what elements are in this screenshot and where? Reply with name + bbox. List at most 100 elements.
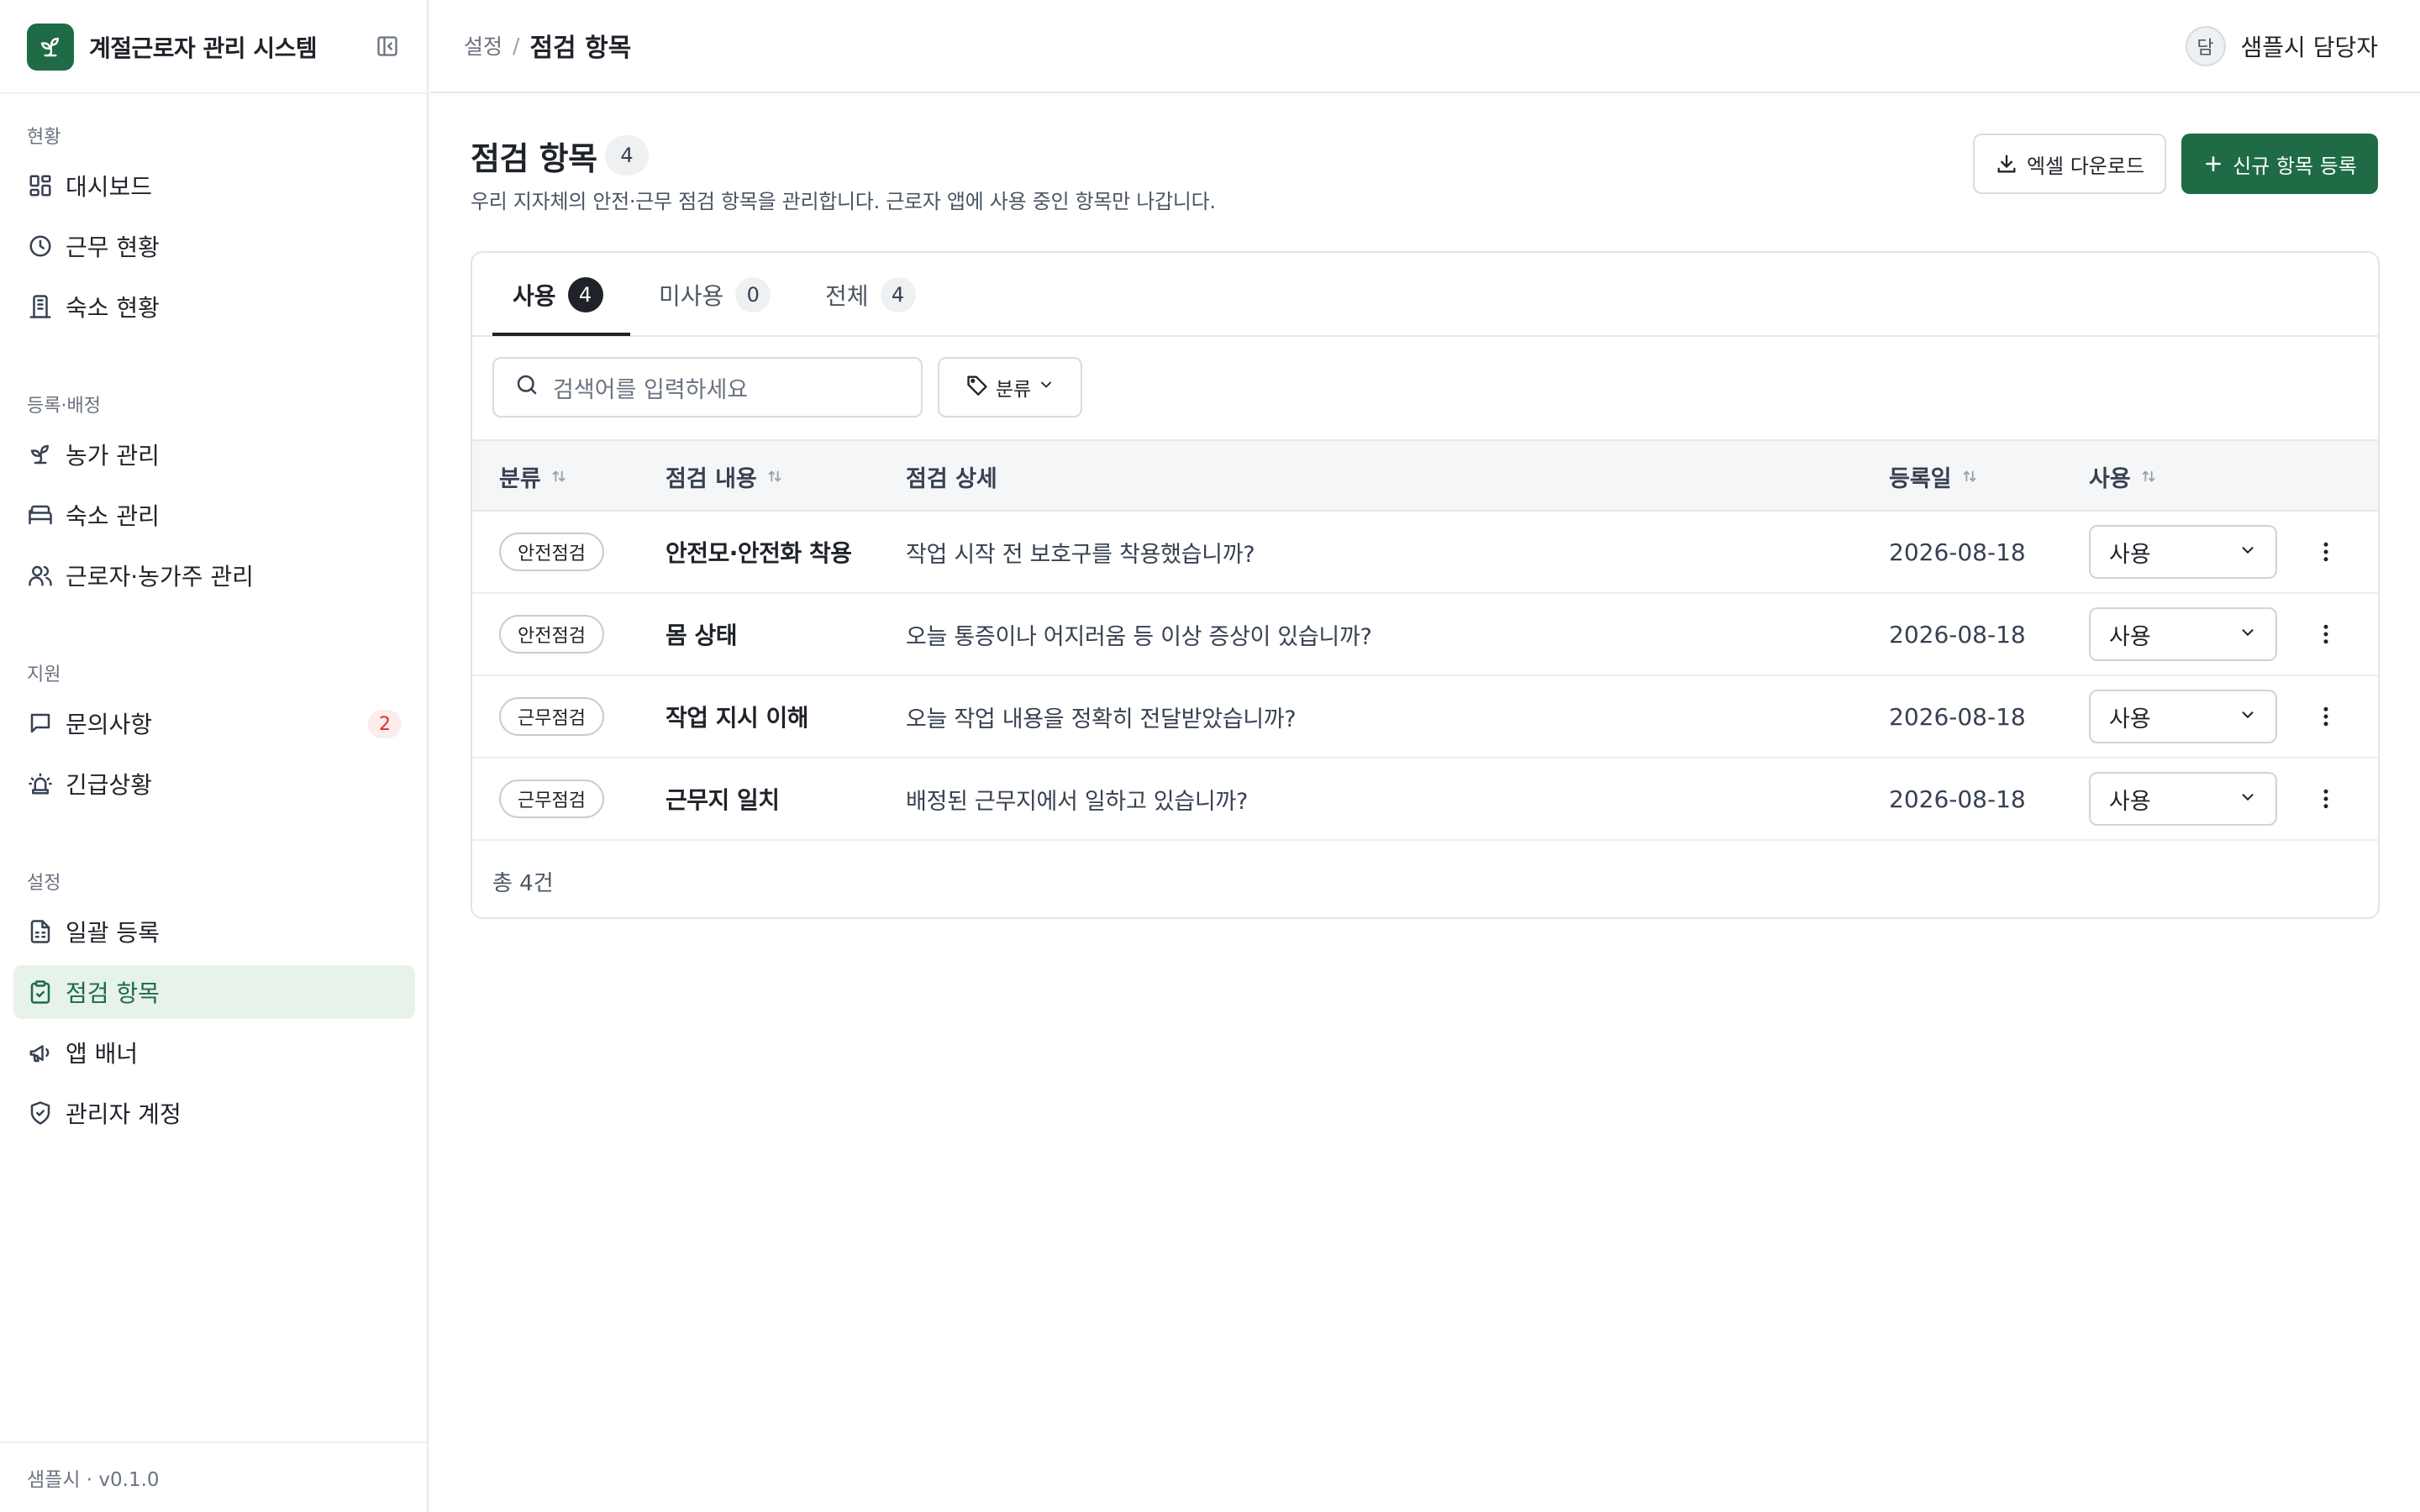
- sidebar-item-farm-management[interactable]: 농가 관리: [13, 428, 415, 481]
- breadcrumb: 설정 / 점검 항목: [464, 29, 631, 64]
- page-title: 점검 항목: [471, 140, 597, 177]
- dashboard-icon: [27, 172, 54, 199]
- excel-download-label: 엑셀 다운로드: [2026, 154, 2145, 178]
- more-vertical-icon[interactable]: [2309, 617, 2343, 651]
- active-tab-indicator: [492, 333, 630, 336]
- status-select[interactable]: 사용: [2089, 607, 2277, 661]
- excel-download-button[interactable]: 엑셀 다운로드: [1973, 134, 2166, 194]
- clock-icon: [27, 233, 54, 260]
- table-toolbar: 검색어를 입력하세요 분류: [472, 337, 2378, 439]
- divider: [0, 92, 427, 94]
- item-date: 2026-08-18: [1889, 538, 2026, 566]
- column-header-category[interactable]: 분류: [499, 441, 568, 512]
- table-row[interactable]: 근무점검 작업 지시 이해 오늘 작업 내용을 정확히 전달받았습니까? 202…: [472, 676, 2378, 759]
- sidebar-item-label: 농가 관리: [66, 442, 160, 470]
- user-name: 샘플시 담당자: [2240, 34, 2378, 61]
- sidebar-item-label: 대시보드: [66, 173, 153, 201]
- nav-group-title: 설정: [27, 873, 61, 894]
- tab-count: 4: [567, 277, 603, 312]
- filter-label: 분류: [995, 379, 1032, 401]
- item-date: 2026-08-18: [1889, 702, 2026, 731]
- clipboard-check-icon: [27, 979, 54, 1005]
- breadcrumb-parent[interactable]: 설정: [464, 30, 502, 60]
- chevron-down-icon: [2238, 622, 2257, 648]
- sidebar-item-bulk-register[interactable]: 일괄 등록: [13, 905, 415, 958]
- table-row[interactable]: 근무점검 근무지 일치 배정된 근무지에서 일하고 있습니까? 2026-08-…: [472, 759, 2378, 841]
- sidebar-item-dashboard[interactable]: 대시보드: [13, 159, 415, 213]
- item-title: 몸 상태: [666, 622, 738, 649]
- nav-group-title: 등록·배정: [27, 396, 101, 417]
- chevron-down-icon: [2238, 704, 2257, 730]
- sidebar-item-admin-accounts[interactable]: 관리자 계정: [13, 1086, 415, 1140]
- item-title: 안전모·안전화 착용: [666, 539, 852, 567]
- tab-label: 미사용: [659, 282, 724, 310]
- sidebar-item-app-banner[interactable]: 앱 배너: [13, 1026, 415, 1079]
- user-menu[interactable]: 담 샘플시 담당자: [2185, 25, 2378, 67]
- status-select[interactable]: 사용: [2089, 690, 2277, 743]
- breadcrumb-separator: /: [513, 33, 520, 58]
- message-icon: [27, 710, 54, 737]
- sort-icon: [1960, 467, 1979, 486]
- tab-label: 사용: [513, 282, 556, 310]
- version-label: 샘플시 · v0.1.0: [27, 1469, 160, 1491]
- status-select[interactable]: 사용: [2089, 525, 2277, 579]
- sidebar-item-inquiries[interactable]: 문의사항 2: [13, 696, 415, 750]
- new-item-label: 신규 항목 등록: [2233, 154, 2357, 178]
- tab-in-use[interactable]: 사용 4: [513, 253, 603, 337]
- column-header-status[interactable]: 사용: [2089, 441, 2158, 512]
- sidebar-item-check-items[interactable]: 점검 항목: [13, 965, 415, 1019]
- sidebar-item-label: 관리자 계정: [66, 1100, 182, 1128]
- item-detail: 오늘 통증이나 어지러움 등 이상 증상이 있습니까?: [906, 623, 1372, 650]
- sidebar-item-emergency[interactable]: 긴급상황: [13, 757, 415, 811]
- more-vertical-icon[interactable]: [2309, 535, 2343, 569]
- shield-check-icon: [27, 1100, 54, 1126]
- sidebar-item-work-status[interactable]: 근무 현황: [13, 219, 415, 273]
- tab-label: 전체: [825, 282, 869, 310]
- item-date: 2026-08-18: [1889, 620, 2026, 648]
- users-icon: [27, 562, 54, 589]
- sidebar-item-housing-management[interactable]: 숙소 관리: [13, 488, 415, 542]
- more-vertical-icon[interactable]: [2309, 782, 2343, 816]
- table-row[interactable]: 안전점검 안전모·안전화 착용 작업 시작 전 보호구를 착용했습니까? 202…: [472, 512, 2378, 594]
- chevron-down-icon: [1038, 376, 1055, 398]
- brand[interactable]: 계절근로자 관리 시스템: [27, 23, 318, 71]
- sidebar-item-label: 근무 현황: [66, 234, 160, 261]
- sidebar-item-label: 앱 배너: [66, 1040, 139, 1068]
- item-detail: 오늘 작업 내용을 정확히 전달받았습니까?: [906, 706, 1297, 732]
- category-chip: 근무점검: [499, 697, 604, 736]
- page-description: 우리 지자체의 안전·근무 점검 항목을 관리합니다. 근로자 앱에 사용 중인…: [471, 190, 1216, 213]
- search-icon: [514, 372, 539, 403]
- table-row[interactable]: 안전점검 몸 상태 오늘 통증이나 어지러움 등 이상 증상이 있습니까? 20…: [472, 594, 2378, 676]
- sidebar-collapse-icon[interactable]: [375, 34, 400, 59]
- status-value: 사용: [2109, 706, 2151, 732]
- tab-all[interactable]: 전체 4: [825, 253, 916, 337]
- column-header-title[interactable]: 점검 내용: [666, 441, 784, 512]
- column-header-date[interactable]: 등록일: [1889, 441, 1979, 512]
- sidebar-item-housing-status[interactable]: 숙소 현황: [13, 280, 415, 333]
- new-item-button[interactable]: 신규 항목 등록: [2181, 134, 2378, 194]
- status-select[interactable]: 사용: [2089, 772, 2277, 826]
- search-placeholder: 검색어를 입력하세요: [553, 376, 749, 403]
- status-tabs: 사용 4 미사용 0 전체 4: [472, 253, 2378, 337]
- sprout-logo-icon: [27, 24, 74, 71]
- sidebar: 계절근로자 관리 시스템 현황 대시보드 근무 현황 숙소 현황 등록·배정 농…: [0, 0, 429, 1512]
- tab-unused[interactable]: 미사용 0: [659, 253, 771, 337]
- sidebar-item-label: 숙소 관리: [66, 502, 160, 530]
- table-header: 분류 점검 내용 점검 상세 등록일 사용: [472, 439, 2378, 512]
- search-input[interactable]: 검색어를 입력하세요: [492, 357, 923, 417]
- top-bar: 설정 / 점검 항목 담 샘플시 담당자: [430, 0, 2420, 93]
- unread-count-badge: 2: [368, 710, 402, 738]
- tag-icon: [965, 373, 989, 402]
- item-detail: 배정된 근무지에서 일하고 있습니까?: [906, 788, 1248, 815]
- sidebar-item-label: 숙소 현황: [66, 294, 160, 322]
- item-detail: 작업 시작 전 보호구를 착용했습니까?: [906, 541, 1255, 568]
- column-label: 분류: [499, 465, 541, 492]
- category-filter-button[interactable]: 분류: [938, 357, 1082, 417]
- item-date: 2026-08-18: [1889, 785, 2026, 813]
- category-chip: 근무점검: [499, 780, 604, 818]
- sidebar-item-label: 문의사항: [66, 711, 153, 738]
- sidebar-item-worker-management[interactable]: 근로자·농가주 관리: [13, 549, 415, 602]
- sidebar-item-label: 일괄 등록: [66, 919, 160, 947]
- more-vertical-icon[interactable]: [2309, 700, 2343, 733]
- building-icon: [27, 293, 54, 320]
